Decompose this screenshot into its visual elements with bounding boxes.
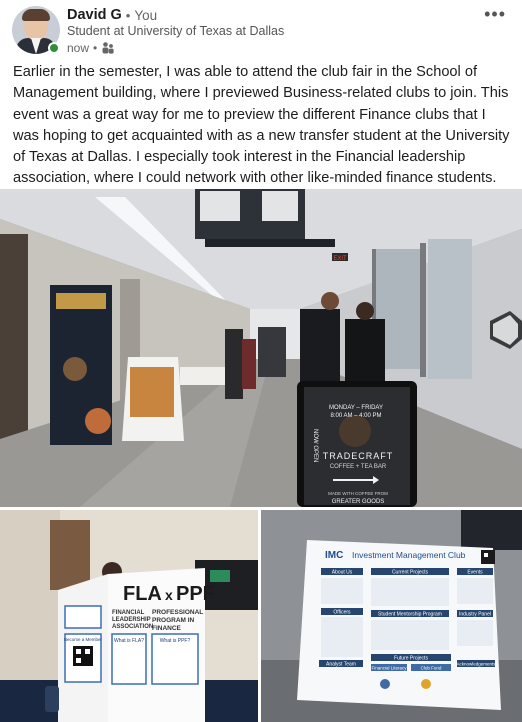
you-badge: You bbox=[134, 7, 158, 23]
svg-text:ASSOCIATION: ASSOCIATION bbox=[112, 624, 153, 630]
svg-text:Acknowledgements: Acknowledgements bbox=[456, 662, 496, 667]
svg-text:About Us: About Us bbox=[332, 570, 353, 576]
become-member-label: Become a Member bbox=[64, 637, 103, 642]
tradecraft-subbrand: COFFEE + TEA BAR bbox=[330, 464, 387, 470]
tradecraft-tagline: MADE WITH COFFEE FROM bbox=[328, 491, 388, 496]
svg-text:FINANCE: FINANCE bbox=[152, 625, 182, 632]
svg-text:Current Projects: Current Projects bbox=[392, 570, 429, 576]
hallway-scene: EXIT MONDAY – FRIDAY 8:00 AM – 4:00 PM T… bbox=[0, 189, 522, 507]
svg-text:Financial Literacy: Financial Literacy bbox=[371, 666, 407, 671]
online-status-dot bbox=[48, 42, 60, 54]
post-meta: now • bbox=[67, 41, 115, 55]
post-image-club-fair-hallway[interactable]: EXIT MONDAY – FRIDAY 8:00 AM – 4:00 PM T… bbox=[0, 189, 522, 507]
exit-sign: EXIT bbox=[333, 256, 347, 262]
tradecraft-roaster: GREATER GOODS bbox=[332, 499, 385, 505]
svg-text:Industry Panel: Industry Panel bbox=[459, 612, 491, 618]
ppf-heading: PPF bbox=[176, 583, 215, 605]
tradecraft-side-label: NOW OPEN bbox=[312, 429, 318, 462]
svg-text:LEADERSHIP: LEADERSHIP bbox=[112, 617, 151, 623]
svg-text:Club Fund: Club Fund bbox=[421, 666, 442, 671]
svg-text:Analyst Team: Analyst Team bbox=[326, 662, 356, 668]
svg-text:Future Projects: Future Projects bbox=[394, 656, 428, 662]
author-headline: Student at University of Texas at Dallas bbox=[67, 24, 285, 38]
author-separator: • bbox=[125, 7, 131, 23]
group-icon[interactable] bbox=[101, 41, 115, 55]
what-is-ppf-label: What is PPF? bbox=[160, 638, 191, 644]
what-is-fla-label: What is FLA? bbox=[114, 638, 144, 644]
imc-title: Investment Management Club bbox=[352, 550, 466, 560]
author-name[interactable]: David G bbox=[67, 7, 122, 23]
imc-poster-scene: IMC Investment Management Club About Us … bbox=[261, 510, 522, 722]
svg-text:Events: Events bbox=[467, 570, 483, 576]
post-time: now bbox=[67, 41, 90, 55]
post-text: Earlier in the semester, I was able to a… bbox=[13, 64, 510, 187]
svg-text:PROGRAM IN: PROGRAM IN bbox=[152, 617, 195, 624]
fla-ppf-scene: Become a Member FLA x PPF FINANCIAL LEAD… bbox=[0, 510, 258, 722]
meta-dot: • bbox=[93, 41, 98, 55]
fla-heading: FLA bbox=[123, 583, 162, 605]
svg-text:Student Mentorship Program: Student Mentorship Program bbox=[378, 612, 442, 618]
svg-text:Officers: Officers bbox=[333, 610, 351, 616]
svg-text:PROFESSIONAL: PROFESSIONAL bbox=[152, 609, 203, 616]
more-options-button[interactable]: ••• bbox=[484, 4, 506, 25]
post-image-imc-poster[interactable]: IMC Investment Management Club About Us … bbox=[261, 510, 522, 722]
author-line: David G • You bbox=[67, 6, 157, 24]
svg-text:FINANCIAL: FINANCIAL bbox=[112, 610, 145, 616]
svg-text:MONDAY – FRIDAY: MONDAY – FRIDAY bbox=[329, 405, 383, 411]
post-header: David G • You Student at University of T… bbox=[0, 0, 522, 62]
tradecraft-brand: TRADECRAFT bbox=[323, 451, 394, 461]
post-image-fla-ppf-board[interactable]: Become a Member FLA x PPF FINANCIAL LEAD… bbox=[0, 510, 258, 722]
imc-logo: IMC bbox=[325, 550, 343, 561]
svg-text:8:00 AM – 4:00 PM: 8:00 AM – 4:00 PM bbox=[330, 413, 381, 419]
times-label: x bbox=[165, 587, 173, 603]
author-avatar[interactable] bbox=[12, 6, 60, 54]
